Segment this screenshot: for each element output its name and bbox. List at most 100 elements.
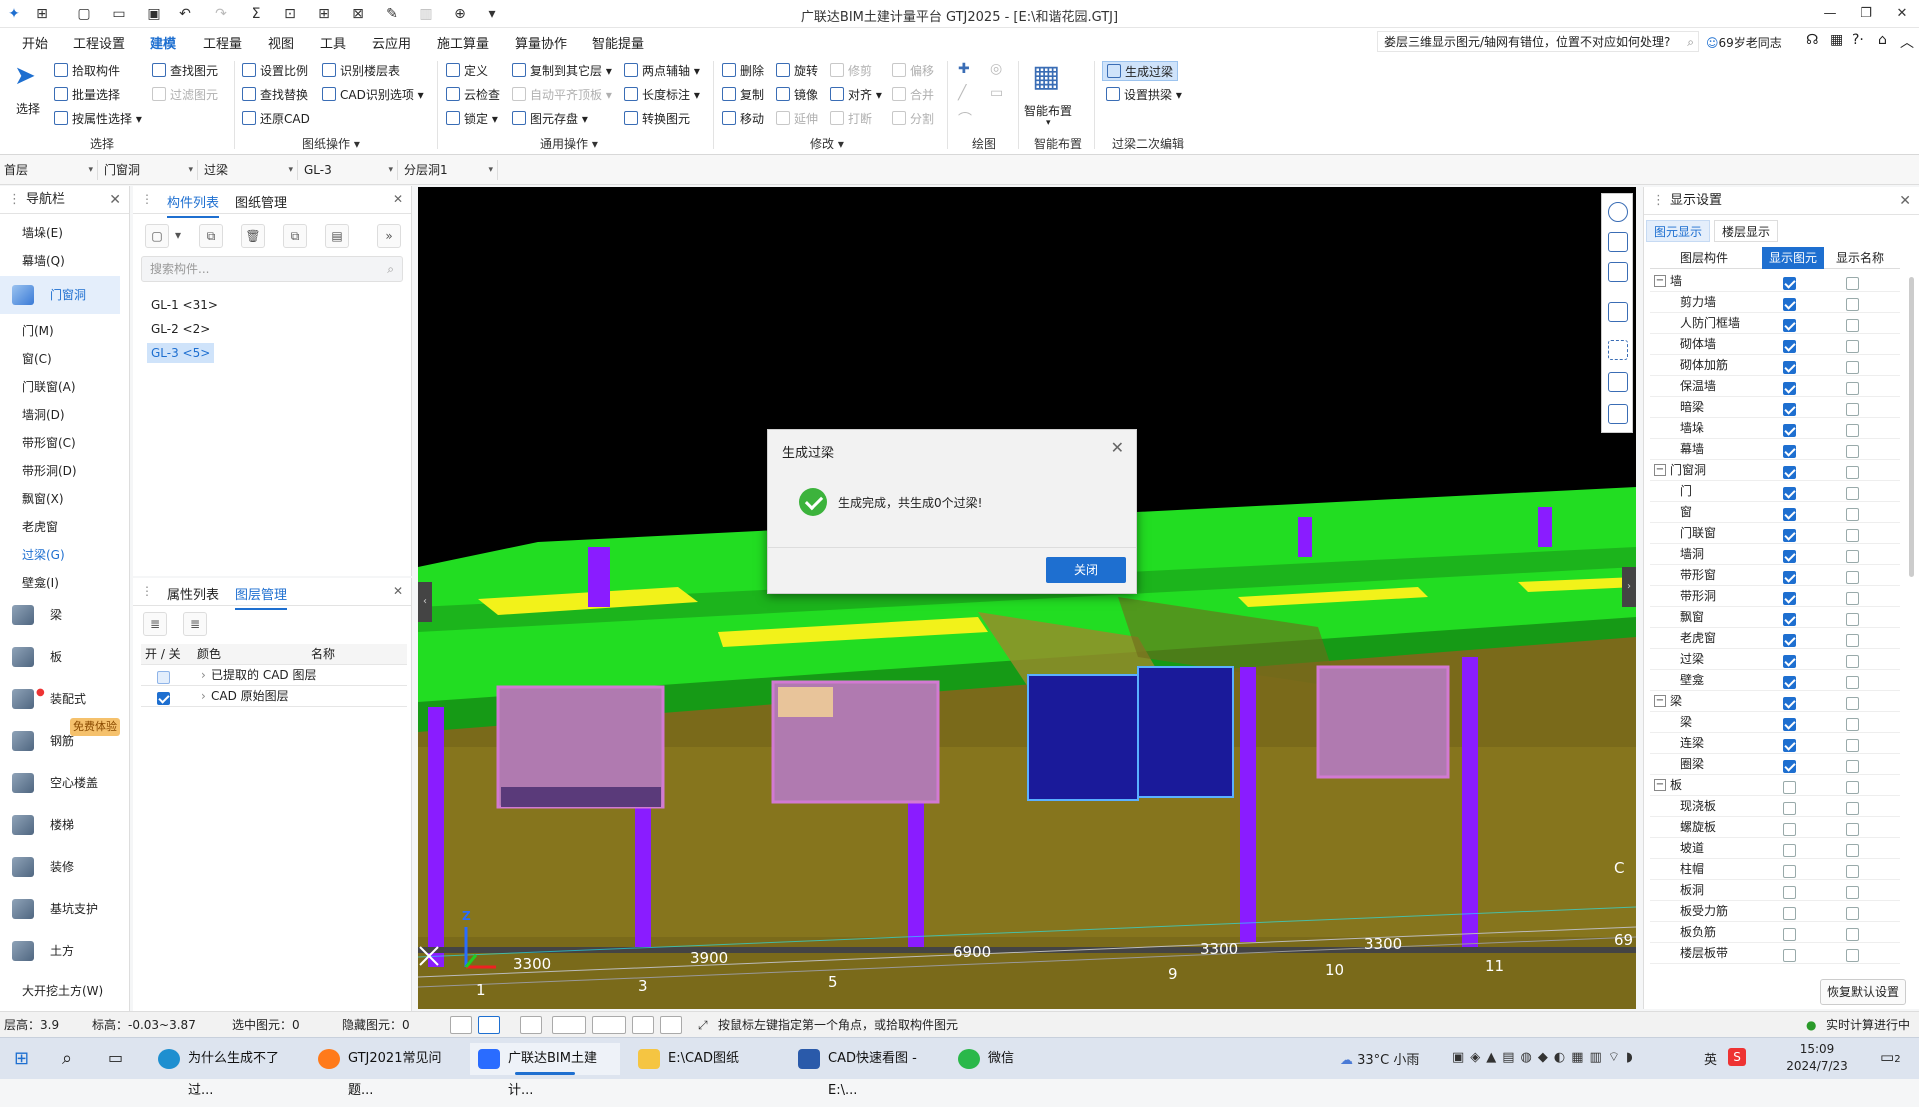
collapse-toggle-icon[interactable]: − — [1654, 464, 1666, 476]
layer-checkbox[interactable] — [157, 692, 170, 705]
snap-icon[interactable] — [478, 1016, 500, 1034]
taskbar-edge[interactable]: 为什么生成不了过... — [150, 1043, 300, 1098]
nav-item-strip-hole[interactable]: 带形洞(D) — [22, 462, 77, 479]
restore-cad-button[interactable]: 还原CAD — [242, 109, 310, 129]
point-draw-icon[interactable]: ✚ — [958, 61, 970, 77]
show-name-checkbox[interactable] — [1846, 676, 1859, 689]
close-window-icon[interactable]: ✕ — [1884, 2, 1919, 26]
fit-view-icon[interactable] — [1608, 340, 1628, 360]
user-name[interactable]: ☺69岁老同志 — [1706, 34, 1782, 51]
trim-button[interactable]: 修剪 — [830, 61, 872, 81]
ime-indicator[interactable]: 英 — [1704, 1049, 1717, 1068]
show-name-checkbox[interactable] — [1846, 697, 1859, 710]
task-view-icon[interactable]: ▭ — [108, 1048, 123, 1067]
cloud-check-button[interactable]: 云检查 — [446, 85, 500, 105]
more-icon[interactable]: » — [377, 224, 401, 248]
nav-item-curtain-wall[interactable]: 幕墙(Q) — [22, 252, 65, 269]
menu-modeling[interactable]: 建模 — [150, 33, 177, 57]
show-name-checkbox[interactable] — [1846, 571, 1859, 584]
calendar-icon[interactable]: ▦ — [1830, 32, 1843, 48]
taskbar-cad-viewer[interactable]: CAD快速看图 - E:\... — [790, 1043, 940, 1098]
show-name-checkbox[interactable] — [1846, 760, 1859, 773]
show-element-checkbox[interactable] — [1783, 382, 1796, 395]
show-element-checkbox[interactable] — [1783, 487, 1796, 500]
component-item[interactable]: GL-2 <2> — [147, 319, 214, 339]
split-button[interactable]: 分割 — [892, 109, 934, 129]
nav-group-decoration[interactable]: 装修 — [0, 848, 120, 886]
copy-component-icon[interactable]: ⧉ — [199, 224, 223, 248]
show-element-checkbox[interactable] — [1783, 466, 1796, 479]
find-replace-button[interactable]: 查找替换 — [242, 85, 308, 105]
show-name-checkbox[interactable] — [1846, 802, 1859, 815]
show-element-checkbox[interactable] — [1783, 655, 1796, 668]
model-viewport[interactable]: Z 3300 3900 6900 3300 3300 69 1 3 5 9 10… — [418, 187, 1636, 1009]
collapse-left-icon[interactable]: ‹ — [418, 582, 432, 622]
delete-component-icon[interactable]: 🗑 — [241, 224, 265, 248]
extend-button[interactable]: 延伸 — [776, 109, 818, 129]
chevron-right-icon[interactable]: › — [201, 686, 206, 707]
menu-quantity[interactable]: 工程量 — [203, 33, 242, 52]
menu-cloud[interactable]: 云应用 — [372, 33, 411, 52]
two-point-axis-button[interactable]: 两点辅轴 ▾ — [624, 61, 700, 81]
show-element-checkbox[interactable] — [1783, 781, 1796, 794]
break-button[interactable]: 打断 — [830, 109, 872, 129]
taskbar-explorer[interactable]: E:\CAD图纸 — [630, 1043, 780, 1075]
layer-copy-icon[interactable]: ⧉ — [283, 224, 307, 248]
grip-icon[interactable]: ⋮ — [1652, 187, 1665, 215]
show-name-checkbox[interactable] — [1846, 886, 1859, 899]
line-draw-icon[interactable]: ╱ — [958, 85, 966, 101]
show-element-checkbox[interactable] — [1783, 697, 1796, 710]
show-element-checkbox[interactable] — [1783, 508, 1796, 521]
recognize-floor-table-button[interactable]: 识别楼层表 — [322, 61, 400, 81]
define-button[interactable]: 定义 — [446, 61, 488, 81]
3d-iso-icon[interactable] — [1608, 302, 1628, 322]
close-icon[interactable]: ✕ — [1899, 187, 1911, 215]
notification-icon[interactable]: ▭2 — [1880, 1048, 1901, 1066]
move-button[interactable]: 移动 — [722, 109, 764, 129]
show-name-checkbox[interactable] — [1846, 382, 1859, 395]
collapse-toggle-icon[interactable]: − — [1654, 275, 1666, 287]
layer-tool1-icon[interactable]: ≣ — [143, 612, 167, 636]
show-element-checkbox[interactable] — [1783, 424, 1796, 437]
shirt-icon[interactable]: ⌂ — [1878, 32, 1887, 48]
show-name-checkbox[interactable] — [1846, 529, 1859, 542]
tab-layer-manager[interactable]: 图层管理 — [235, 584, 288, 610]
show-name-checkbox[interactable] — [1846, 613, 1859, 626]
dynamic-input-icon[interactable] — [632, 1016, 654, 1034]
menu-view[interactable]: 视图 — [268, 33, 294, 52]
category-select[interactable]: 门窗洞 ▾ — [102, 160, 198, 180]
select-by-attr-button[interactable]: 按属性选择 ▾ — [54, 109, 142, 129]
layer-checkbox[interactable] — [157, 671, 170, 684]
cad-options-button[interactable]: CAD识别选项 ▾ — [322, 85, 424, 105]
select-button[interactable]: 选择 — [16, 99, 40, 119]
close-icon[interactable]: ✕ — [109, 186, 121, 214]
menu-smart[interactable]: 智能提量 — [592, 33, 644, 52]
nav-item-niche[interactable]: 壁龛(I) — [22, 574, 59, 591]
component-item-selected[interactable]: GL-3 <5> — [147, 343, 215, 363]
show-element-checkbox[interactable] — [1783, 592, 1796, 605]
nav-group-openings[interactable]: 门窗洞 — [0, 276, 120, 314]
taskbar-gtj[interactable]: 广联达BIM土建计... — [470, 1043, 620, 1098]
component-search-input[interactable]: 搜索构件... ⌕ — [141, 256, 403, 282]
show-name-checkbox[interactable] — [1846, 340, 1859, 353]
minimize-icon[interactable]: — — [1812, 2, 1848, 26]
name-select[interactable]: GL-3 ▾ — [302, 160, 398, 180]
close-icon[interactable]: ✕ — [393, 584, 403, 598]
smart-layout-caret-icon[interactable]: ▾ — [1046, 118, 1051, 128]
tab-floor-display[interactable]: 楼层显示 — [1714, 220, 1778, 242]
show-element-checkbox[interactable] — [1783, 550, 1796, 563]
rotate-button[interactable]: 旋转 — [776, 61, 818, 81]
grip-icon[interactable]: ⋮ — [8, 186, 21, 214]
component-item[interactable]: GL-1 <31> — [147, 295, 222, 315]
arc-draw-icon[interactable]: ⌒ — [958, 109, 972, 129]
show-element-checkbox[interactable] — [1783, 802, 1796, 815]
pick-component-button[interactable]: 拾取构件 — [54, 61, 120, 81]
menu-project-settings[interactable]: 工程设置 — [73, 33, 125, 52]
nav-item-excavation[interactable]: 大开挖土方(W) — [22, 982, 103, 999]
show-element-checkbox[interactable] — [1783, 613, 1796, 626]
cross-icon[interactable] — [520, 1016, 542, 1034]
view-cube-icon[interactable] — [1608, 372, 1628, 392]
show-name-checkbox[interactable] — [1846, 445, 1859, 458]
3d-box-icon[interactable] — [1608, 262, 1628, 282]
help-search-input[interactable]: 娄层三维显示图元/轴网有错位，位置不对应如何处理? ⌕ — [1377, 31, 1699, 52]
